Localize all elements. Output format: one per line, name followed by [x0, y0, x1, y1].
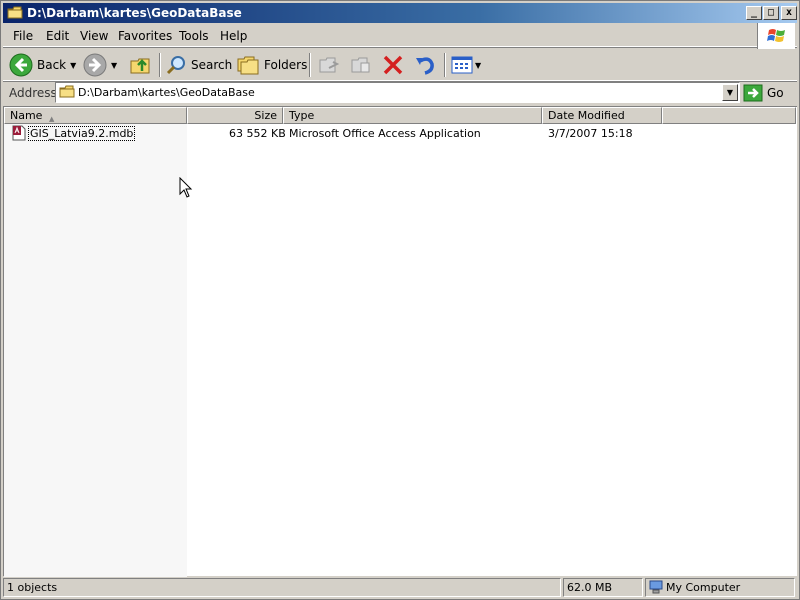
delete-button[interactable]	[381, 52, 405, 78]
go-label: Go	[767, 86, 784, 100]
close-button[interactable]: x	[781, 6, 797, 20]
file-date: 3/7/2007 15:18	[548, 127, 633, 140]
folders-icon	[237, 56, 259, 75]
menu-bar: File Edit View Favorites Tools Help	[3, 25, 797, 47]
my-computer-icon	[649, 580, 663, 594]
mouse-cursor-icon	[179, 177, 193, 198]
menu-file[interactable]: File	[13, 29, 33, 43]
search-button[interactable]: Search	[165, 52, 232, 78]
menu-view[interactable]: View	[80, 29, 108, 43]
toolbar-separator	[159, 53, 161, 77]
search-icon	[166, 56, 185, 75]
up-folder-icon	[130, 58, 150, 74]
back-button[interactable]: Back ▼	[9, 52, 76, 78]
column-header-type[interactable]: Type	[283, 107, 542, 124]
column-header-name-label: Name	[10, 109, 43, 122]
standard-toolbar: Back ▼ ▼ Search Folders ▼	[3, 49, 797, 81]
minimize-button[interactable]: _	[746, 6, 762, 20]
toolbar-separator	[309, 53, 311, 77]
window-title: D:\Darbam\kartes\GeoDataBase	[27, 6, 242, 20]
go-arrow-icon	[743, 84, 763, 102]
status-location: My Computer	[645, 578, 795, 597]
menu-tools[interactable]: Tools	[179, 29, 209, 43]
explorer-window: D:\Darbam\kartes\GeoDataBase _ □ x File …	[0, 0, 800, 600]
back-arrow-icon	[9, 53, 33, 77]
address-input[interactable]: D:\Darbam\kartes\GeoDataBase ▼	[55, 82, 740, 103]
back-label: Back	[37, 58, 67, 72]
file-name[interactable]: GIS_Latvia9.2.mdb	[28, 126, 136, 141]
sort-ascending-icon: ▲	[49, 115, 55, 123]
file-size: 63 552 KB	[229, 127, 286, 140]
column-header-date[interactable]: Date Modified	[542, 107, 662, 124]
file-type: Microsoft Office Access Application	[289, 127, 481, 140]
address-bar: Address D:\Darbam\kartes\GeoDataBase ▼ G…	[3, 82, 797, 104]
folders-button[interactable]: Folders	[236, 52, 307, 78]
menu-edit[interactable]: Edit	[46, 29, 69, 43]
copy-to-icon	[351, 57, 370, 73]
toolbar-separator	[444, 53, 446, 77]
status-size: 62.0 MB	[563, 578, 643, 597]
copy-to-button[interactable]	[349, 52, 373, 78]
up-folder-button[interactable]	[129, 52, 153, 78]
undo-icon	[416, 57, 434, 75]
menu-favorites[interactable]: Favorites	[118, 29, 172, 43]
sorted-column-highlight	[4, 124, 187, 577]
move-to-icon	[319, 57, 340, 73]
back-dropdown-icon[interactable]: ▼	[70, 61, 76, 70]
views-dropdown-icon[interactable]: ▼	[475, 61, 481, 70]
move-to-button[interactable]	[317, 52, 341, 78]
folders-label: Folders	[264, 58, 308, 72]
delete-icon	[383, 55, 403, 75]
access-database-file-icon	[12, 125, 26, 141]
address-dropdown-button[interactable]: ▼	[722, 84, 738, 101]
column-header-type-label: Type	[289, 109, 315, 122]
forward-arrow-icon	[83, 53, 107, 77]
go-button[interactable]: Go	[743, 83, 784, 103]
folder-icon	[59, 85, 75, 98]
address-value: D:\Darbam\kartes\GeoDataBase	[78, 86, 255, 99]
forward-button[interactable]: ▼	[83, 52, 117, 78]
status-bar: 1 objects 62.0 MB My Computer	[3, 578, 797, 598]
windows-logo-icon	[757, 23, 795, 49]
column-header-size[interactable]: Size	[187, 107, 283, 124]
forward-dropdown-icon[interactable]: ▼	[111, 61, 117, 70]
column-header-date-label: Date Modified	[548, 109, 625, 122]
views-icon	[451, 56, 473, 74]
address-label: Address	[9, 86, 57, 100]
column-header-size-label: Size	[254, 109, 277, 122]
title-bar[interactable]: D:\Darbam\kartes\GeoDataBase _ □ x	[3, 3, 797, 23]
views-button[interactable]: ▼	[451, 52, 481, 78]
file-list-view[interactable]: Name ▲ Size Type Date Modified GIS_Latvi…	[3, 106, 797, 577]
menu-help[interactable]: Help	[220, 29, 247, 43]
search-label: Search	[191, 58, 233, 72]
column-header-empty	[662, 107, 796, 124]
status-location-label: My Computer	[666, 581, 741, 594]
column-header-name[interactable]: Name ▲	[4, 107, 187, 124]
undo-button[interactable]	[413, 52, 437, 78]
table-row[interactable]: GIS_Latvia9.2.mdb 63 552 KB Microsoft Of…	[4, 125, 794, 142]
status-objects: 1 objects	[3, 578, 561, 597]
maximize-button[interactable]: □	[763, 6, 779, 20]
folder-icon	[7, 6, 23, 19]
